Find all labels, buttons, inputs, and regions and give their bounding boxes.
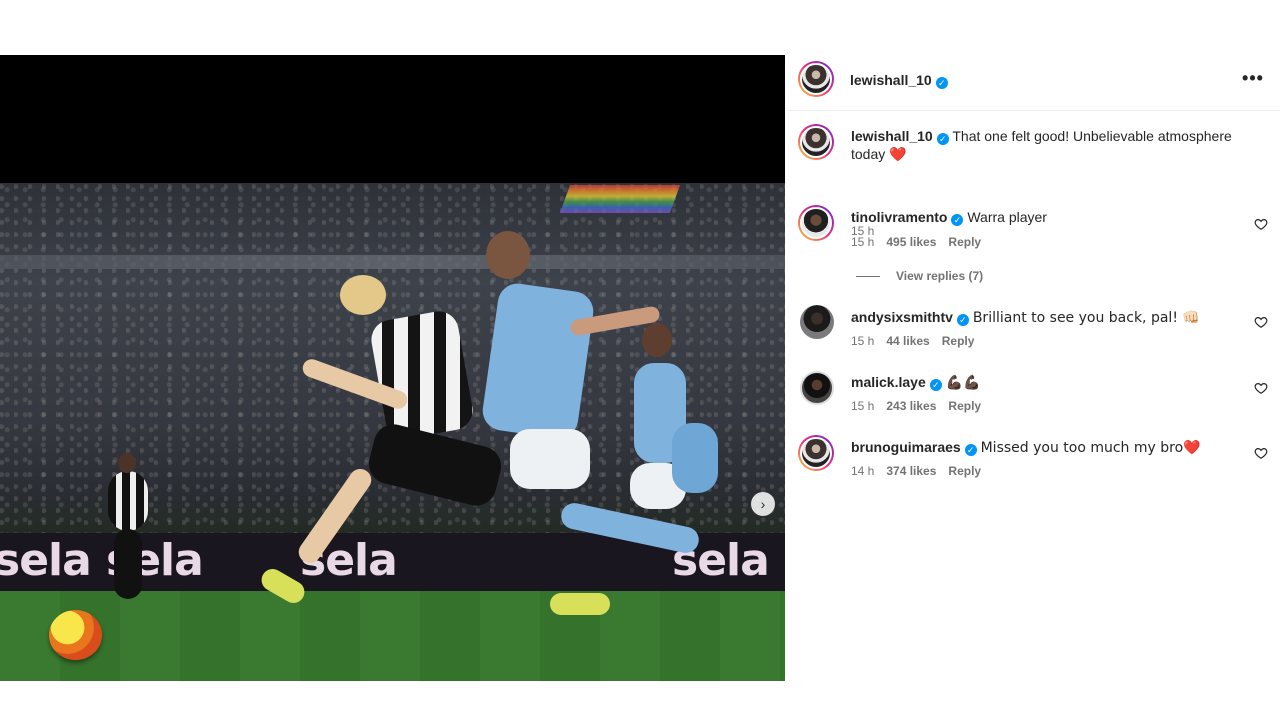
reply-button[interactable]: Reply <box>948 464 981 478</box>
verified-badge-icon: ✓ <box>964 444 977 456</box>
comment-text: andysixsmithtv ✓ Brilliant to see you bac… <box>851 308 1200 327</box>
comment-likes[interactable]: 495 likes <box>886 235 936 249</box>
caption-text: lewishall_10 ✓ That one felt good! Unbeli… <box>851 127 1251 164</box>
comments-panel: lewishall_10 ✓ ••• lewishall_10 ✓ That one… <box>786 55 1280 485</box>
comment-body: Brilliant to see you back, pal! 👊🏻 <box>972 310 1200 326</box>
caption: lewishall_10 ✓ That one felt good! Unbeli… <box>786 110 1280 238</box>
more-options-icon: ••• <box>1242 68 1264 88</box>
verified-badge-icon: ✓ <box>929 379 942 391</box>
caption-avatar[interactable] <box>798 124 834 160</box>
comment-body: Warra player <box>967 209 1047 225</box>
comment-time: 15 h <box>851 334 875 348</box>
commenter-avatar[interactable] <box>798 205 834 241</box>
post-media: sela sela sela sela › <box>0 55 785 681</box>
verified-badge-icon: ✓ <box>951 214 964 226</box>
heart-outline-icon[interactable] <box>1254 446 1268 460</box>
verified-badge-icon: ✓ <box>935 77 948 89</box>
comment-body: 💪🏿💪🏿 <box>945 375 981 391</box>
commenter-username[interactable]: andysixsmithtv <box>851 309 953 325</box>
ad-logo: sela <box>0 535 92 586</box>
replies-divider <box>856 276 880 278</box>
player-background <box>88 453 168 603</box>
author-avatar[interactable] <box>798 61 834 97</box>
comment-text: brunoguimaraes ✓ Missed you too much my b… <box>851 438 1201 457</box>
post-photo: sela sela sela sela <box>0 183 785 681</box>
comment-body: Missed you too much my bro❤️ <box>980 440 1201 456</box>
comment-likes[interactable]: 44 likes <box>886 334 929 348</box>
view-replies-label: View replies (7) <box>896 269 984 283</box>
comment-time: 15 h <box>851 235 875 249</box>
commenter-avatar[interactable] <box>800 371 834 405</box>
player-city-background <box>612 323 732 623</box>
commenter-username[interactable]: malick.laye <box>851 374 926 390</box>
commenter-username[interactable]: brunoguimaraes <box>851 439 961 455</box>
comment-item: malick.laye ✓ 💪🏿💪🏿 15 h 243 likes Reply <box>786 361 1280 421</box>
comment-meta: 15 h 44 likes Reply <box>851 334 986 348</box>
comment-time: 15 h <box>851 399 875 413</box>
comment-likes[interactable]: 243 likes <box>886 399 936 413</box>
heart-outline-icon[interactable] <box>1254 217 1268 231</box>
comment-likes[interactable]: 374 likes <box>886 464 936 478</box>
comment-text: malick.laye ✓ 💪🏿💪🏿 <box>851 373 981 392</box>
more-options-button[interactable]: ••• <box>1242 68 1264 91</box>
commenter-avatar[interactable] <box>800 305 834 339</box>
football <box>49 610 102 660</box>
comment-meta: 14 h 374 likes Reply <box>851 464 993 478</box>
commenter-avatar[interactable] <box>798 435 834 471</box>
author-name-row: lewishall_10 ✓ <box>850 72 948 90</box>
comment-text: tinolivramento ✓ Warra player <box>851 208 1047 226</box>
chevron-right-icon: › <box>760 496 766 512</box>
rainbow-flag <box>559 185 681 213</box>
comment-item: brunoguimaraes ✓ Missed you too much my b… <box>786 425 1280 485</box>
verified-badge-icon: ✓ <box>956 314 969 326</box>
next-photo-button[interactable]: › <box>751 492 775 516</box>
reply-button[interactable]: Reply <box>948 235 981 249</box>
comment-meta: 15 h 495 likes Reply <box>851 235 993 249</box>
reply-button[interactable]: Reply <box>948 399 981 413</box>
comment-item: andysixsmithtv ✓ Brilliant to see you bac… <box>786 295 1280 355</box>
post-header: lewishall_10 ✓ ••• <box>786 55 1280 111</box>
view-replies-button[interactable]: View replies (7) <box>856 269 983 283</box>
comment-time: 14 h <box>851 464 875 478</box>
heart-outline-icon[interactable] <box>1254 315 1268 329</box>
commenter-username[interactable]: tinolivramento <box>851 209 947 225</box>
heart-emoji: ❤️ <box>889 147 907 163</box>
caption-username[interactable]: lewishall_10 <box>851 128 933 144</box>
heart-outline-icon[interactable] <box>1254 381 1268 395</box>
reply-button[interactable]: Reply <box>942 334 975 348</box>
author-username[interactable]: lewishall_10 <box>850 72 932 88</box>
comment-meta: 15 h 243 likes Reply <box>851 399 993 413</box>
comment-item: tinolivramento ✓ Warra player 15 h 495 lik… <box>786 195 1280 255</box>
verified-badge-icon: ✓ <box>936 133 949 145</box>
